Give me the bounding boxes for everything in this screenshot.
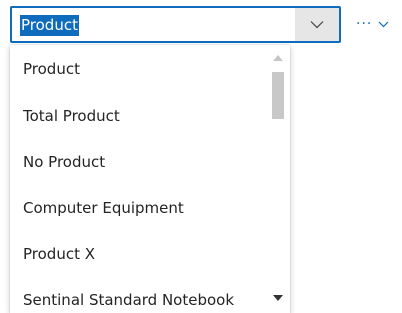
chevron-down-icon: [378, 21, 389, 27]
option-list: Product Total Product No Product Compute…: [10, 45, 260, 313]
combo-selected-text: Product: [20, 14, 79, 36]
combo-input[interactable]: Product: [20, 14, 79, 36]
option-sentinal-standard-notebook[interactable]: Sentinal Standard Notebook: [10, 277, 260, 313]
scroll-up-button[interactable]: [266, 49, 290, 67]
product-combo-box[interactable]: Product: [10, 6, 341, 43]
more-icon: ···: [356, 16, 373, 32]
scroll-down-button[interactable]: [266, 289, 290, 307]
option-computer-equipment[interactable]: Computer Equipment: [10, 185, 260, 231]
option-no-product[interactable]: No Product: [10, 139, 260, 185]
combo-dropdown-button[interactable]: [295, 8, 339, 41]
vertical-scrollbar[interactable]: [266, 45, 290, 313]
combo-input-wrap[interactable]: Product: [12, 8, 295, 41]
scroll-up-arrow-icon: [273, 55, 283, 61]
scroll-down-arrow-icon: [273, 295, 283, 301]
chevron-down-icon: [310, 21, 324, 29]
more-options-button[interactable]: ···: [356, 14, 389, 34]
option-total-product[interactable]: Total Product: [10, 93, 260, 139]
option-product[interactable]: Product: [10, 45, 260, 93]
scrollbar-thumb[interactable]: [272, 72, 284, 119]
option-product-x[interactable]: Product X: [10, 231, 260, 277]
product-filter-root: Product ··· Product Total Product No Pro…: [0, 0, 402, 313]
product-dropdown-list[interactable]: Product Total Product No Product Compute…: [10, 45, 290, 313]
